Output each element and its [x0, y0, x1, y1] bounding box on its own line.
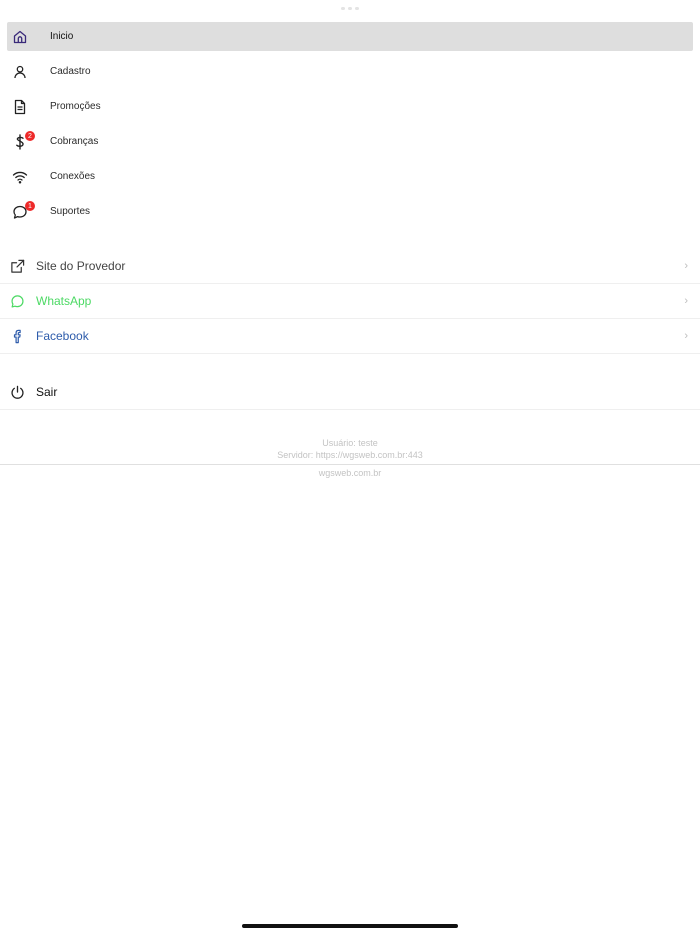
- menu-item-suportes[interactable]: 1 Suportes: [7, 197, 693, 226]
- external-link-icon: [10, 259, 25, 274]
- menu-item-label: Inicio: [50, 31, 74, 42]
- home-indicator[interactable]: [242, 924, 458, 928]
- menu-item-promocoes[interactable]: Promoções: [7, 92, 693, 121]
- grabber-dot: [341, 7, 345, 10]
- link-label: Site do Provedor: [36, 259, 126, 273]
- chevron-right-icon: ›: [684, 295, 688, 307]
- home-icon: [12, 29, 28, 45]
- session-info: Usuário: teste Servidor: https://wgsweb.…: [0, 437, 700, 461]
- menu-item-label: Suportes: [50, 206, 91, 217]
- notification-badge: 2: [25, 131, 35, 141]
- chevron-right-icon: ›: [684, 330, 688, 342]
- notification-badge: 1: [25, 201, 35, 211]
- grabber-dot: [348, 7, 352, 10]
- sheet-grabber[interactable]: [341, 7, 359, 10]
- domain-text: wgsweb.com.br: [318, 468, 382, 478]
- menu-item-conexoes[interactable]: Conexões: [7, 162, 693, 191]
- menu-item-label: Conexões: [50, 171, 96, 182]
- power-icon: [10, 385, 25, 400]
- link-site-do-provedor[interactable]: Site do Provedor ›: [0, 249, 700, 284]
- menu-item-cobrancas[interactable]: 2 Cobranças: [7, 127, 693, 156]
- logout-button[interactable]: Sair: [0, 375, 700, 410]
- menu-item-label: Promoções: [50, 101, 101, 112]
- divider: [0, 464, 700, 465]
- menu-item-label: Cobranças: [50, 136, 99, 147]
- side-menu-screen: Inicio Cadastro Promoções 2 Cobranças Co…: [0, 0, 700, 934]
- menu-item-inicio[interactable]: Inicio: [7, 22, 693, 51]
- grabber-dot: [355, 7, 359, 10]
- menu-item-cadastro[interactable]: Cadastro: [7, 57, 693, 86]
- link-label: Facebook: [36, 329, 89, 343]
- whatsapp-icon: [10, 294, 25, 309]
- external-links-list: Site do Provedor › WhatsApp › Facebook ›: [0, 249, 700, 354]
- link-whatsapp[interactable]: WhatsApp ›: [0, 284, 700, 319]
- menu-item-label: Cadastro: [50, 66, 91, 77]
- user-icon: [12, 64, 28, 80]
- wifi-icon: [12, 169, 28, 185]
- facebook-icon: [10, 329, 25, 344]
- link-label: WhatsApp: [36, 294, 92, 308]
- main-menu: Inicio Cadastro Promoções 2 Cobranças Co…: [7, 22, 693, 232]
- chevron-right-icon: ›: [684, 260, 688, 272]
- document-icon: [12, 99, 28, 115]
- user-info-text: Usuário: teste: [322, 438, 378, 448]
- logout-label: Sair: [36, 385, 58, 399]
- server-info-text: Servidor: https://wgsweb.com.br:443: [277, 450, 423, 460]
- link-facebook[interactable]: Facebook ›: [0, 319, 700, 354]
